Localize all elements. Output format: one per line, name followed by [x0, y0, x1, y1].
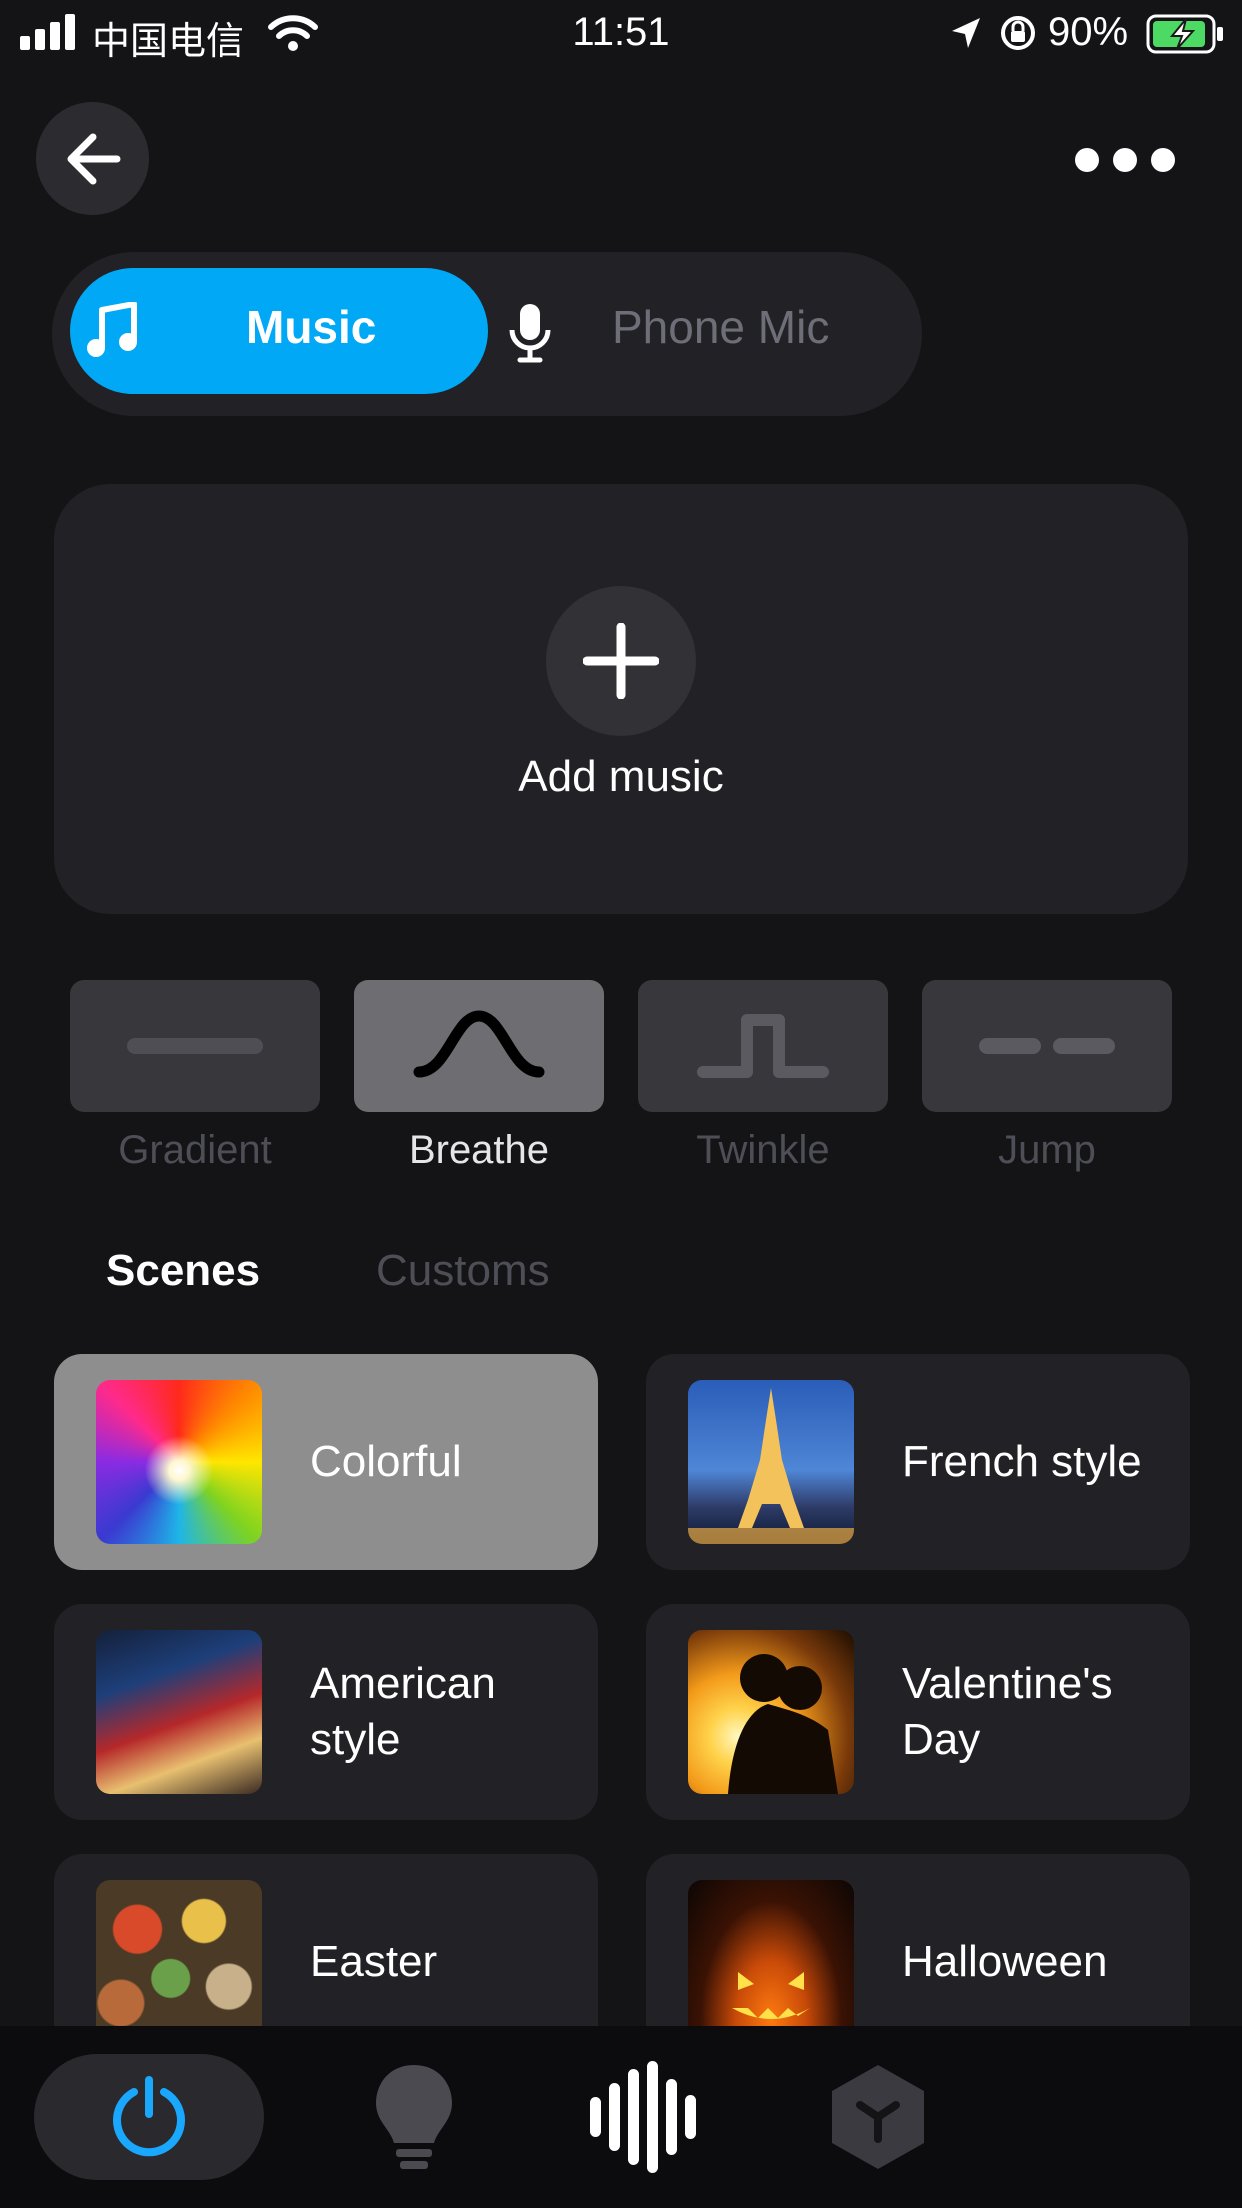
wave-icon	[413, 1010, 545, 1078]
easter-eggs-thumbnail	[96, 1880, 262, 2044]
battery-charging-icon	[1146, 14, 1223, 54]
bulb-icon	[376, 2065, 452, 2169]
tab-scenes[interactable]: Scenes	[106, 1246, 260, 1296]
add-music-label: Add music	[518, 752, 724, 801]
scene-card-valentines-day[interactable]: Valentine's Day	[646, 1604, 1190, 1820]
music-source-label: Music	[246, 301, 377, 353]
mode-gradient-label: Gradient	[118, 1128, 272, 1172]
arrow-left-icon	[67, 133, 120, 184]
battery-percent: 90%	[1048, 10, 1129, 54]
rotation-lock-icon	[1001, 16, 1035, 50]
power-icon	[113, 2076, 185, 2157]
mode-jump-button[interactable]	[922, 980, 1172, 1112]
scene-card-french-style[interactable]: French style	[646, 1354, 1190, 1570]
couple-silhouette-image	[728, 1654, 838, 1794]
mode-gradient-button[interactable]	[70, 980, 320, 1112]
scene-label: Colorful	[310, 1437, 462, 1486]
microphone-icon[interactable]	[508, 302, 552, 364]
mode-twinkle-button[interactable]	[638, 980, 888, 1112]
colorful-thumbnail	[96, 1380, 262, 1544]
couple-sunset-thumbnail	[688, 1630, 854, 1794]
eiffel-tower-thumbnail	[688, 1380, 854, 1544]
status-bar: 中国电信 11:51 90%	[0, 0, 1242, 70]
pulse-icon	[697, 1014, 829, 1078]
dash-line-icon	[979, 1038, 1115, 1054]
scene-card-american-style[interactable]: American style	[54, 1604, 598, 1820]
scene-card-colorful[interactable]: Colorful	[54, 1354, 598, 1570]
scene-label: French style	[902, 1437, 1142, 1486]
jack-o-lantern-image	[732, 1972, 810, 2019]
scene-label: Valentine's Day	[902, 1659, 1113, 1764]
mode-breathe-button[interactable]	[354, 980, 604, 1112]
mode-jump-label: Jump	[998, 1128, 1096, 1172]
nav-bulb-button[interactable]	[344, 2054, 484, 2180]
gradient-line-icon	[127, 1038, 263, 1054]
phone-mic-source-button[interactable]: Phone Mic	[612, 300, 829, 354]
times-square-thumbnail	[96, 1630, 262, 1794]
nav-power-button[interactable]	[34, 2054, 264, 2180]
nav-scene-button[interactable]	[808, 2054, 948, 2180]
music-note-icon	[87, 302, 137, 357]
ellipsis-icon	[1075, 148, 1099, 172]
back-button[interactable]	[36, 102, 149, 215]
plus-icon	[583, 623, 659, 699]
mode-twinkle-label: Twinkle	[696, 1128, 830, 1172]
nav-music-button[interactable]	[576, 2054, 716, 2180]
cube-icon	[832, 2065, 924, 2169]
pumpkin-thumbnail	[688, 1880, 854, 2044]
eiffel-tower-image	[688, 1388, 854, 1544]
more-options-button[interactable]	[1070, 140, 1180, 180]
soundwave-icon	[590, 2061, 696, 2173]
mode-breathe-label: Breathe	[408, 1128, 550, 1172]
tab-customs[interactable]: Customs	[376, 1246, 550, 1296]
location-icon	[952, 18, 980, 48]
scene-label: American style	[310, 1659, 496, 1764]
add-music-button[interactable]	[546, 586, 696, 736]
